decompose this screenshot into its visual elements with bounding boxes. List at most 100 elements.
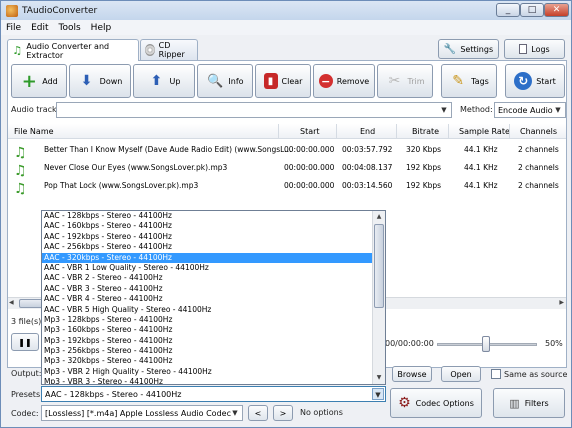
dropdown-option[interactable]: AAC - VBR 1 Low Quality - Stereo - 44100…	[42, 263, 385, 273]
col-start[interactable]: Start	[300, 127, 320, 136]
codec-prev-button[interactable]: <	[248, 405, 268, 421]
dropdown-scrollbar[interactable]: ▲ ▼	[372, 211, 385, 384]
minimize-button[interactable]: _	[496, 3, 520, 17]
codec-next-button[interactable]: >	[273, 405, 293, 421]
end-time: 00:04:08.137	[342, 163, 393, 172]
maximize-button[interactable]: □	[520, 3, 544, 17]
magnifier-icon: 🔍	[207, 73, 224, 89]
menu-help[interactable]: Help	[86, 23, 117, 33]
chevron-down-icon: ▼	[372, 388, 384, 400]
chevron-down-icon: ▼	[555, 106, 561, 114]
dropdown-option[interactable]: AAC - 256kbps - Stereo - 44100Hz	[42, 242, 385, 252]
browse-button[interactable]: Browse	[392, 366, 432, 382]
presets-select[interactable]: AAC - 128kbps - Stereo - 44100Hz ▼	[41, 386, 386, 402]
dropdown-option[interactable]: Mp3 - 192kbps - Stereo - 44100Hz	[42, 336, 385, 346]
column-divider	[396, 124, 397, 139]
codec-value: [Lossless] [*.m4a] Apple Lossless Audio …	[45, 408, 231, 418]
window-title: TAudioConverter	[22, 5, 98, 16]
filters-label: Filters	[524, 398, 549, 408]
minus-icon: −	[318, 74, 333, 88]
file-name: Never Close Our Eyes (www.SongsLover.pk)…	[44, 163, 228, 172]
dropdown-option[interactable]: AAC - VBR 2 - Stereo - 44100Hz	[42, 273, 385, 283]
filters-button[interactable]: ▥ Filters	[493, 388, 565, 418]
info-button[interactable]: 🔍 Info	[197, 64, 253, 98]
col-channels[interactable]: Channels	[520, 127, 557, 136]
open-button[interactable]: Open	[441, 366, 481, 382]
dropdown-option[interactable]: Mp3 - 128kbps - Stereo - 44100Hz	[42, 315, 385, 325]
bitrate: 320 Kbps	[406, 145, 442, 154]
sample-rate: 44.1 KHz	[464, 181, 498, 190]
pause-button[interactable]: ❚❚	[11, 333, 39, 351]
same-as-source-checkbox[interactable]	[491, 369, 501, 379]
tags-button[interactable]: ✎ Tags	[441, 64, 497, 98]
tab-audio-converter[interactable]: ♫ Audio Converter and Extractor	[7, 39, 139, 61]
close-button[interactable]: ✕	[544, 3, 569, 17]
scroll-down-icon[interactable]: ▼	[373, 372, 385, 384]
start-button[interactable]: ↻ Start	[505, 64, 565, 98]
dropdown-option[interactable]: Mp3 - VBR 2 High Quality - Stereo - 4410…	[42, 367, 385, 377]
dropdown-option[interactable]: AAC - 192kbps - Stereo - 44100Hz	[42, 232, 385, 242]
plus-icon: +	[21, 70, 37, 92]
codec-select[interactable]: [Lossless] [*.m4a] Apple Lossless Audio …	[41, 405, 243, 421]
scroll-up-icon[interactable]: ▲	[373, 211, 385, 223]
volume-slider-thumb[interactable]	[482, 336, 490, 352]
file-count: 3 file(s)	[11, 317, 42, 326]
menu-tools[interactable]: Tools	[54, 23, 86, 33]
arrow-up-icon: ⬆	[150, 73, 163, 89]
trash-icon: ▮	[263, 73, 278, 89]
dropdown-option[interactable]: Mp3 - 256kbps - Stereo - 44100Hz	[42, 346, 385, 356]
logs-button[interactable]: Logs	[504, 39, 565, 59]
info-label: Info	[228, 76, 244, 86]
table-row[interactable]: ♫ Better Than I Know Myself (Dave Aude R…	[8, 140, 566, 161]
dropdown-option[interactable]: AAC - 128kbps - Stereo - 44100Hz	[42, 211, 385, 221]
add-button[interactable]: + Add	[11, 64, 67, 98]
down-button[interactable]: ⬇ Down	[69, 64, 131, 98]
dropdown-option[interactable]: Mp3 - 160kbps - Stereo - 44100Hz	[42, 325, 385, 335]
dropdown-option[interactable]: Mp3 - VBR 3 - Stereo - 44100Hz	[42, 377, 385, 384]
dropdown-option[interactable]: AAC - VBR 3 - Stereo - 44100Hz	[42, 284, 385, 294]
presets-dropdown-list[interactable]: AAC - 128kbps - Stereo - 44100Hz AAC - 16…	[41, 210, 386, 385]
up-button[interactable]: ⬆ Up	[133, 64, 195, 98]
audio-track-select[interactable]: ▼	[56, 102, 452, 118]
tab-cd-ripper[interactable]: CD Ripper	[140, 39, 198, 60]
codec-label: Codec:	[11, 409, 39, 418]
table-row[interactable]: ♫ Pop That Lock (www.SongsLover.pk).mp3 …	[8, 176, 566, 197]
scrollbar-thumb[interactable]	[374, 224, 384, 308]
column-divider	[336, 124, 337, 139]
menu-edit[interactable]: Edit	[26, 23, 53, 33]
same-as-source-label: Same as source	[504, 370, 568, 379]
menu-file[interactable]: File	[1, 23, 26, 33]
trim-button[interactable]: ✂ Trim	[377, 64, 433, 98]
pencil-icon: ✎	[452, 73, 464, 89]
scroll-left-icon[interactable]: ◀	[9, 299, 14, 306]
gear-icon: ⚙	[398, 395, 411, 411]
table-row[interactable]: ♫ Never Close Our Eyes (www.SongsLover.p…	[8, 158, 566, 179]
dropdown-option[interactable]: Mp3 - 320kbps - Stereo - 44100Hz	[42, 356, 385, 366]
codec-options-button[interactable]: ⚙ Codec Options	[390, 388, 482, 418]
col-file-name[interactable]: File Name	[14, 127, 54, 136]
clear-button[interactable]: ▮ Clear	[255, 64, 311, 98]
method-select[interactable]: Encode Audio ▼	[494, 102, 566, 118]
col-sample-rate[interactable]: Sample Rate	[459, 127, 510, 136]
dropdown-option[interactable]: AAC - 320kbps - Stereo - 44100Hz	[42, 252, 385, 263]
method-value: Encode Audio	[498, 105, 553, 115]
dropdown-option[interactable]: AAC - 160kbps - Stereo - 44100Hz	[42, 221, 385, 231]
up-label: Up	[169, 76, 181, 86]
end-time: 00:03:57.792	[342, 145, 393, 154]
remove-button[interactable]: − Remove	[313, 64, 375, 98]
chevron-down-icon: ▼	[232, 409, 238, 417]
column-divider	[448, 124, 449, 139]
trim-label: Trim	[407, 76, 425, 86]
presets-value: AAC - 128kbps - Stereo - 44100Hz	[45, 389, 182, 399]
dropdown-option[interactable]: AAC - VBR 5 High Quality - Stereo - 4410…	[42, 305, 385, 315]
settings-button[interactable]: 🔧 Settings	[438, 39, 499, 59]
channels: 2 channels	[518, 181, 559, 190]
scroll-right-icon[interactable]: ▶	[559, 299, 564, 306]
tab-label: Audio Converter and Extractor	[26, 41, 110, 60]
col-bitrate[interactable]: Bitrate	[412, 127, 439, 136]
file-name: Pop That Lock (www.SongsLover.pk).mp3	[44, 181, 199, 190]
app-icon	[6, 4, 18, 17]
dropdown-option[interactable]: AAC - VBR 4 - Stereo - 44100Hz	[42, 294, 385, 304]
music-note-icon: ♫	[14, 181, 27, 197]
col-end[interactable]: End	[360, 127, 375, 136]
